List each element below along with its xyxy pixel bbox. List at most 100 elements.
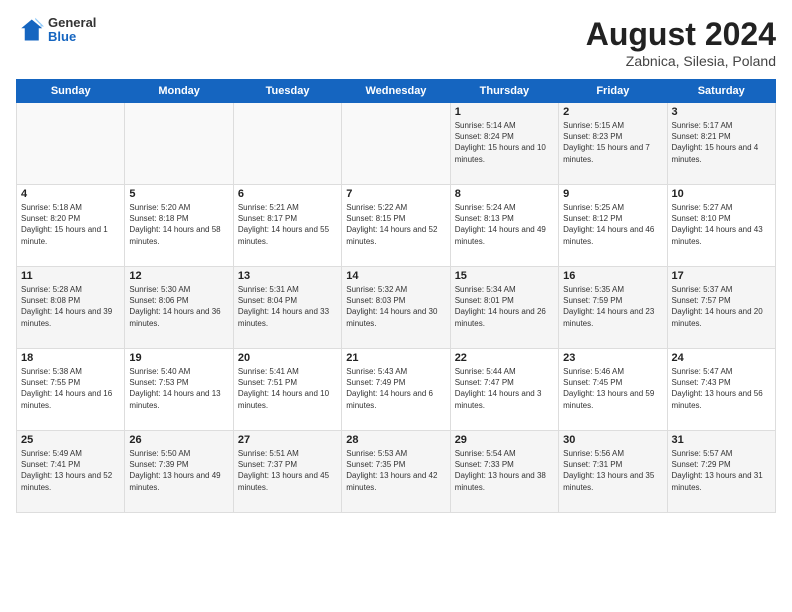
day-number: 18 — [21, 352, 120, 364]
day-info: Sunrise: 5:43 AM Sunset: 7:49 PM Dayligh… — [346, 366, 445, 411]
day-info: Sunrise: 5:24 AM Sunset: 8:13 PM Dayligh… — [455, 202, 554, 247]
logo-text: General Blue — [48, 16, 96, 45]
calendar-cell: 20 Sunrise: 5:41 AM Sunset: 7:51 PM Dayli… — [233, 349, 341, 431]
weekday-header: Saturday — [667, 80, 775, 103]
day-info: Sunrise: 5:17 AM Sunset: 8:21 PM Dayligh… — [672, 120, 771, 165]
day-number: 26 — [129, 434, 228, 446]
day-info: Sunrise: 5:46 AM Sunset: 7:45 PM Dayligh… — [563, 366, 662, 411]
day-info: Sunrise: 5:28 AM Sunset: 8:08 PM Dayligh… — [21, 284, 120, 329]
day-number: 29 — [455, 434, 554, 446]
calendar-cell: 2 Sunrise: 5:15 AM Sunset: 8:23 PM Daylig… — [559, 103, 667, 185]
header: General Blue August 2024 Zabnica, Silesi… — [16, 16, 776, 69]
day-number: 8 — [455, 188, 554, 200]
day-number: 3 — [672, 106, 771, 118]
day-info: Sunrise: 5:54 AM Sunset: 7:33 PM Dayligh… — [455, 448, 554, 493]
calendar-cell: 3 Sunrise: 5:17 AM Sunset: 8:21 PM Daylig… — [667, 103, 775, 185]
calendar-cell: 31 Sunrise: 5:57 AM Sunset: 7:29 PM Dayli… — [667, 431, 775, 513]
title-block: August 2024 Zabnica, Silesia, Poland — [586, 16, 776, 69]
day-number: 1 — [455, 106, 554, 118]
calendar-week-row: 11 Sunrise: 5:28 AM Sunset: 8:08 PM Dayli… — [17, 267, 776, 349]
day-info: Sunrise: 5:21 AM Sunset: 8:17 PM Dayligh… — [238, 202, 337, 247]
day-info: Sunrise: 5:38 AM Sunset: 7:55 PM Dayligh… — [21, 366, 120, 411]
logo-icon — [16, 16, 44, 44]
weekday-header: Sunday — [17, 80, 125, 103]
day-number: 9 — [563, 188, 662, 200]
logo: General Blue — [16, 16, 96, 45]
day-info: Sunrise: 5:56 AM Sunset: 7:31 PM Dayligh… — [563, 448, 662, 493]
day-info: Sunrise: 5:18 AM Sunset: 8:20 PM Dayligh… — [21, 202, 120, 247]
calendar-cell: 6 Sunrise: 5:21 AM Sunset: 8:17 PM Daylig… — [233, 185, 341, 267]
day-info: Sunrise: 5:47 AM Sunset: 7:43 PM Dayligh… — [672, 366, 771, 411]
day-info: Sunrise: 5:27 AM Sunset: 8:10 PM Dayligh… — [672, 202, 771, 247]
day-info: Sunrise: 5:34 AM Sunset: 8:01 PM Dayligh… — [455, 284, 554, 329]
day-number: 25 — [21, 434, 120, 446]
calendar-cell: 5Sunrise: 5:20 AM Sunset: 8:18 PM Daylig… — [125, 185, 233, 267]
calendar-cell: 27Sunrise: 5:51 AM Sunset: 7:37 PM Dayli… — [233, 431, 341, 513]
day-info: Sunrise: 5:51 AM Sunset: 7:37 PM Dayligh… — [238, 448, 337, 493]
day-number: 14 — [346, 270, 445, 282]
day-info: Sunrise: 5:14 AM Sunset: 8:24 PM Dayligh… — [455, 120, 554, 165]
page: General Blue August 2024 Zabnica, Silesi… — [0, 0, 792, 612]
calendar-cell: 21 Sunrise: 5:43 AM Sunset: 7:49 PM Dayli… — [342, 349, 450, 431]
day-info: Sunrise: 5:25 AM Sunset: 8:12 PM Dayligh… — [563, 202, 662, 247]
calendar-cell: 18 Sunrise: 5:38 AM Sunset: 7:55 PM Dayli… — [17, 349, 125, 431]
day-number: 4 — [21, 188, 120, 200]
calendar-cell: 23 Sunrise: 5:46 AM Sunset: 7:45 PM Dayli… — [559, 349, 667, 431]
logo-line2: Blue — [48, 30, 96, 44]
calendar-cell: 17Sunrise: 5:37 AM Sunset: 7:57 PM Dayli… — [667, 267, 775, 349]
calendar-cell: 13 Sunrise: 5:31 AM Sunset: 8:04 PM Dayli… — [233, 267, 341, 349]
day-info: Sunrise: 5:32 AM Sunset: 8:03 PM Dayligh… — [346, 284, 445, 329]
day-number: 20 — [238, 352, 337, 364]
day-number: 31 — [672, 434, 771, 446]
calendar-cell: 9 Sunrise: 5:25 AM Sunset: 8:12 PM Daylig… — [559, 185, 667, 267]
day-number: 5 — [129, 188, 228, 200]
day-info: Sunrise: 5:50 AM Sunset: 7:39 PM Dayligh… — [129, 448, 228, 493]
day-number: 22 — [455, 352, 554, 364]
day-info: Sunrise: 5:57 AM Sunset: 7:29 PM Dayligh… — [672, 448, 771, 493]
day-info: Sunrise: 5:30 AM Sunset: 8:06 PM Dayligh… — [129, 284, 228, 329]
calendar-cell — [342, 103, 450, 185]
day-number: 2 — [563, 106, 662, 118]
calendar-cell — [233, 103, 341, 185]
day-number: 19 — [129, 352, 228, 364]
calendar-cell: 25 Sunrise: 5:49 AM Sunset: 7:41 PM Dayli… — [17, 431, 125, 513]
day-info: Sunrise: 5:35 AM Sunset: 7:59 PM Dayligh… — [563, 284, 662, 329]
calendar-cell: 22 Sunrise: 5:44 AM Sunset: 7:47 PM Dayli… — [450, 349, 558, 431]
day-info: Sunrise: 5:44 AM Sunset: 7:47 PM Dayligh… — [455, 366, 554, 411]
weekday-header: Wednesday — [342, 80, 450, 103]
day-number: 11 — [21, 270, 120, 282]
day-info: Sunrise: 5:15 AM Sunset: 8:23 PM Dayligh… — [563, 120, 662, 165]
day-info: Sunrise: 5:40 AM Sunset: 7:53 PM Dayligh… — [129, 366, 228, 411]
calendar-cell: 11 Sunrise: 5:28 AM Sunset: 8:08 PM Dayli… — [17, 267, 125, 349]
day-number: 30 — [563, 434, 662, 446]
calendar-title: August 2024 — [586, 16, 776, 53]
calendar-week-row: 4 Sunrise: 5:18 AM Sunset: 8:20 PM Daylig… — [17, 185, 776, 267]
calendar-cell: 14 Sunrise: 5:32 AM Sunset: 8:03 PM Dayli… — [342, 267, 450, 349]
day-info: Sunrise: 5:22 AM Sunset: 8:15 PM Dayligh… — [346, 202, 445, 247]
day-number: 7 — [346, 188, 445, 200]
calendar-cell: 19 Sunrise: 5:40 AM Sunset: 7:53 PM Dayli… — [125, 349, 233, 431]
day-number: 6 — [238, 188, 337, 200]
calendar-cell: 29 Sunrise: 5:54 AM Sunset: 7:33 PM Dayli… — [450, 431, 558, 513]
calendar-cell: 28Sunrise: 5:53 AM Sunset: 7:35 PM Dayli… — [342, 431, 450, 513]
calendar-cell — [17, 103, 125, 185]
day-number: 10 — [672, 188, 771, 200]
calendar-cell: 8 Sunrise: 5:24 AM Sunset: 8:13 PM Daylig… — [450, 185, 558, 267]
day-info: Sunrise: 5:41 AM Sunset: 7:51 PM Dayligh… — [238, 366, 337, 411]
day-info: Sunrise: 5:49 AM Sunset: 7:41 PM Dayligh… — [21, 448, 120, 493]
calendar-cell: 10 Sunrise: 5:27 AM Sunset: 8:10 PM Dayli… — [667, 185, 775, 267]
calendar-cell — [125, 103, 233, 185]
day-number: 23 — [563, 352, 662, 364]
calendar-week-row: 18 Sunrise: 5:38 AM Sunset: 7:55 PM Dayli… — [17, 349, 776, 431]
calendar-cell: 1 Sunrise: 5:14 AM Sunset: 8:24 PM Daylig… — [450, 103, 558, 185]
weekday-header: Friday — [559, 80, 667, 103]
calendar-cell: 16Sunrise: 5:35 AM Sunset: 7:59 PM Dayli… — [559, 267, 667, 349]
calendar-cell: 26 Sunrise: 5:50 AM Sunset: 7:39 PM Dayli… — [125, 431, 233, 513]
day-number: 12 — [129, 270, 228, 282]
day-number: 13 — [238, 270, 337, 282]
calendar-week-row: 1 Sunrise: 5:14 AM Sunset: 8:24 PM Daylig… — [17, 103, 776, 185]
day-number: 24 — [672, 352, 771, 364]
day-number: 21 — [346, 352, 445, 364]
calendar-cell: 12 Sunrise: 5:30 AM Sunset: 8:06 PM Dayli… — [125, 267, 233, 349]
day-info: Sunrise: 5:31 AM Sunset: 8:04 PM Dayligh… — [238, 284, 337, 329]
